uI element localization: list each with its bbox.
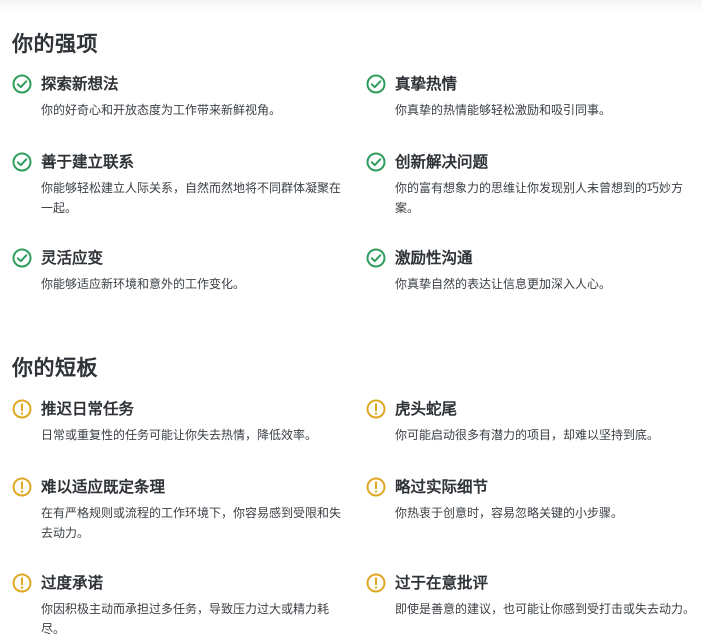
check-circle-icon <box>366 152 386 172</box>
weakness-description: 在有严格规则或流程的工作环境下，你容易感到受限和失去动力。 <box>41 506 342 540</box>
strength-title: 灵活应变 <box>41 249 104 267</box>
warning-circle-icon <box>12 477 32 497</box>
weakness-title: 虎头蛇尾 <box>395 400 458 418</box>
strength-description: 你的好奇心和开放态度为工作带来新鲜视角。 <box>41 103 282 117</box>
warning-circle-icon <box>12 399 32 419</box>
strength-title: 真挚热情 <box>395 75 458 93</box>
warning-circle-icon <box>366 573 386 593</box>
strength-description: 你的富有想象力的思维让你发现别人未曾想到的巧妙方案。 <box>395 181 684 215</box>
weakness-description: 即使是善意的建议，也可能让你感到受打击或失去动力。 <box>395 602 696 616</box>
strength-description: 你真挚自然的表达让信息更加深入人心。 <box>395 277 612 291</box>
check-circle-icon <box>12 74 32 94</box>
weakness-title: 过度承诺 <box>41 574 104 592</box>
strength-title: 激励性沟通 <box>395 249 473 267</box>
warning-circle-icon <box>366 399 386 419</box>
weakness-description: 日常或重复性的任务可能让你失去热情，降低效率。 <box>41 428 318 442</box>
weakness-title: 难以适应既定条理 <box>41 478 166 496</box>
strength-description: 你真挚的热情能够轻松激励和吸引同事。 <box>395 103 612 117</box>
weakness-description: 你因积极主动而承担过多任务，导致压力过大或精力耗尽。 <box>41 602 330 636</box>
weakness-title: 略过实际细节 <box>395 478 489 496</box>
strength-title: 创新解决问题 <box>395 153 489 171</box>
weakness-title: 过于在意批评 <box>395 574 489 592</box>
check-circle-icon <box>12 248 32 268</box>
strength-title: 探索新想法 <box>41 75 119 93</box>
weaknesses-heading: 你的短板 <box>12 356 98 380</box>
warning-circle-icon <box>366 477 386 497</box>
warning-circle-icon <box>12 573 32 593</box>
strength-description: 你能够适应新环境和意外的工作变化。 <box>41 277 246 291</box>
strength-title: 善于建立联系 <box>41 153 135 171</box>
check-circle-icon <box>366 248 386 268</box>
weakness-description: 你可能启动很多有潜力的项目，却难以坚持到底。 <box>395 428 660 442</box>
weakness-description: 你热衷于创意时，容易忽略关键的小步骤。 <box>395 506 624 520</box>
strength-description: 你能够轻松建立人际关系，自然而然地将不同群体凝聚在一起。 <box>41 181 342 215</box>
check-circle-icon <box>366 74 386 94</box>
weakness-title: 推迟日常任务 <box>41 400 135 418</box>
strengths-heading: 你的强项 <box>12 32 98 56</box>
top-shadow-bar <box>0 0 702 12</box>
check-circle-icon <box>12 152 32 172</box>
